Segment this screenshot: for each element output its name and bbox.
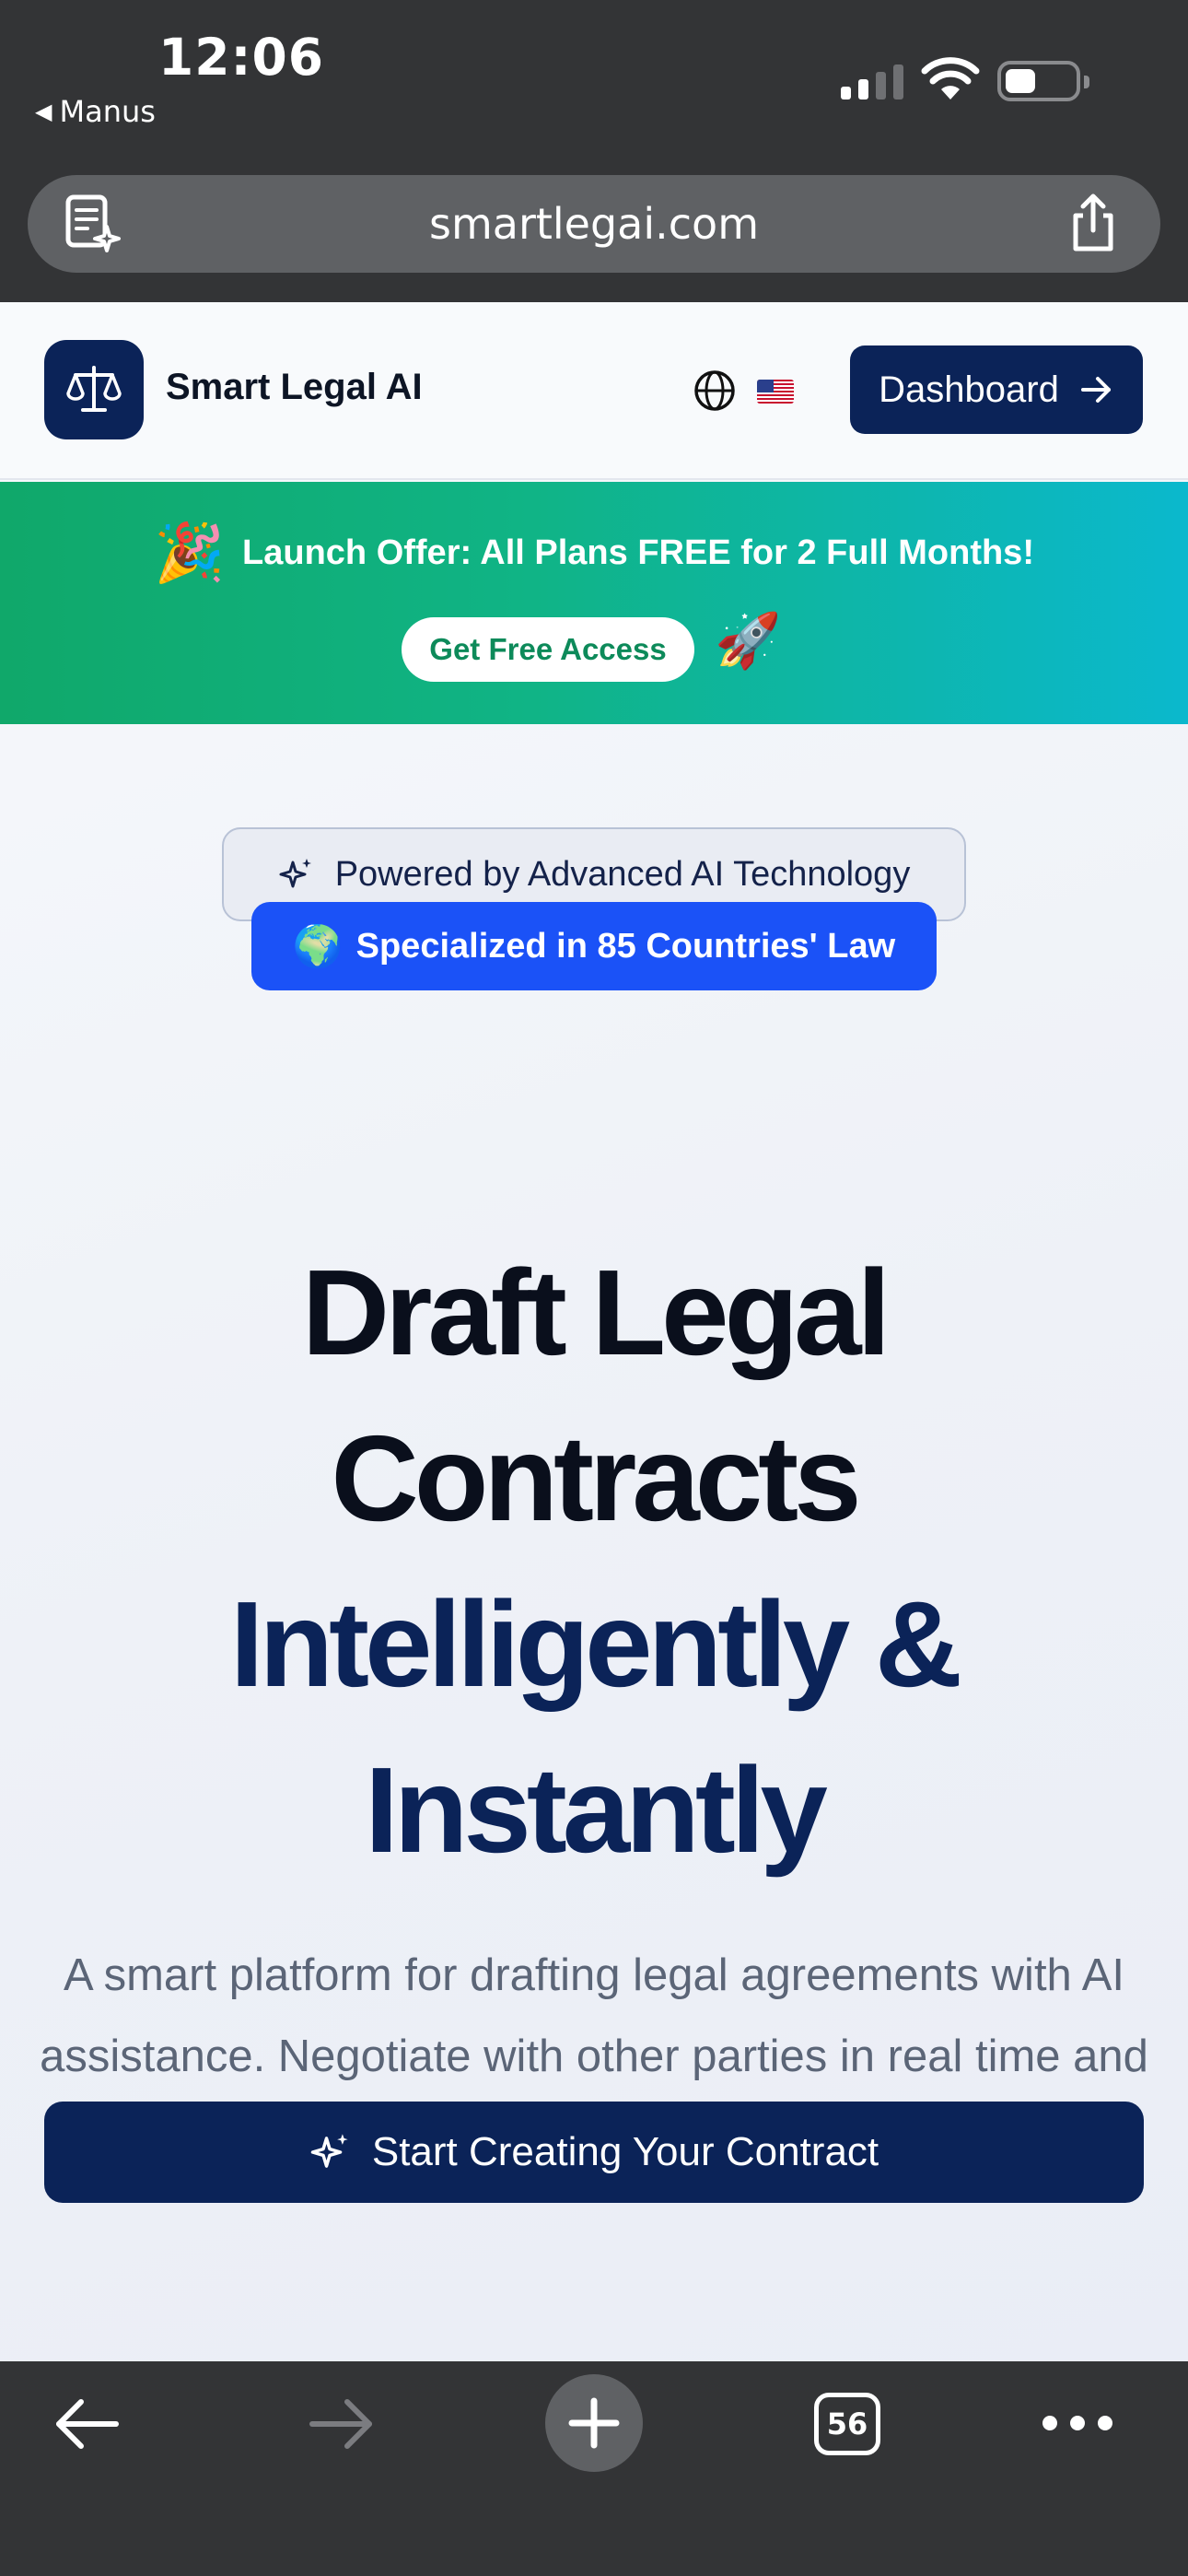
start-creating-contract-button[interactable]: Start Creating Your Contract xyxy=(44,2102,1144,2203)
ellipsis-icon[interactable] xyxy=(1042,2409,1112,2437)
browser-toolbar: 56 xyxy=(0,2361,1188,2576)
site-header: Smart Legal AI Dashboard xyxy=(0,302,1188,480)
logo[interactable] xyxy=(44,340,144,439)
back-app-label: Manus xyxy=(59,94,156,129)
share-icon[interactable] xyxy=(1066,193,1120,252)
rocket-icon: 🚀 xyxy=(715,609,782,672)
arrow-right-disabled-icon[interactable] xyxy=(307,2396,377,2452)
headline-line-2: Contracts xyxy=(331,1411,861,1546)
countries-badge-label: Specialized in 85 Countries' Law xyxy=(355,926,896,966)
sparkles-icon xyxy=(279,859,311,888)
web-page: Smart Legal AI Dashboard 🎉 Launch Offer:… xyxy=(0,302,1188,2361)
cellular-signal-icon xyxy=(841,64,903,100)
status-time: 12:06 xyxy=(158,28,325,87)
plus-icon xyxy=(568,2397,620,2449)
wifi-icon xyxy=(921,57,980,100)
globe-icon[interactable] xyxy=(693,369,736,412)
headline-line-1: Draft Legal xyxy=(301,1245,891,1380)
battery-icon xyxy=(997,61,1089,101)
sparkles-icon xyxy=(310,2134,348,2168)
headline-line-3: Intelligently & xyxy=(229,1576,962,1712)
scales-icon xyxy=(66,366,122,412)
ai-badge-label: Powered by Advanced AI Technology xyxy=(334,854,911,894)
countries-badge: 🌍 Specialized in 85 Countries' Law xyxy=(251,902,937,990)
arrow-left-icon[interactable] xyxy=(52,2396,122,2452)
dashboard-button[interactable]: Dashboard xyxy=(850,345,1143,434)
us-flag-icon[interactable] xyxy=(757,380,794,404)
headline-line-4: Instantly xyxy=(365,1742,828,1878)
triangle-left-icon: ◀ xyxy=(35,99,52,124)
address-bar[interactable]: smartlegai.com xyxy=(28,175,1160,273)
status-bar: 12:06 ◀ Manus xyxy=(0,0,1188,166)
brand-name[interactable]: Smart Legal AI xyxy=(166,367,423,408)
party-popper-icon: 🎉 xyxy=(154,519,226,586)
promo-text: Launch Offer: All Plans FREE for 2 Full … xyxy=(242,533,1034,572)
earth-globe-icon: 🌍 xyxy=(292,924,344,969)
new-tab-button[interactable] xyxy=(545,2374,643,2472)
arrow-right-icon xyxy=(1080,377,1111,403)
promo-banner: 🎉 Launch Offer: All Plans FREE for 2 Ful… xyxy=(0,482,1188,724)
tabs-count-button[interactable]: 56 xyxy=(814,2393,880,2455)
back-to-app-link[interactable]: ◀ Manus xyxy=(35,94,156,129)
get-free-access-button[interactable]: Get Free Access xyxy=(402,617,694,682)
cta-label: Start Creating Your Contract xyxy=(371,2129,879,2174)
dashboard-label: Dashboard xyxy=(879,369,1059,410)
url-text[interactable]: smartlegai.com xyxy=(28,175,1160,273)
